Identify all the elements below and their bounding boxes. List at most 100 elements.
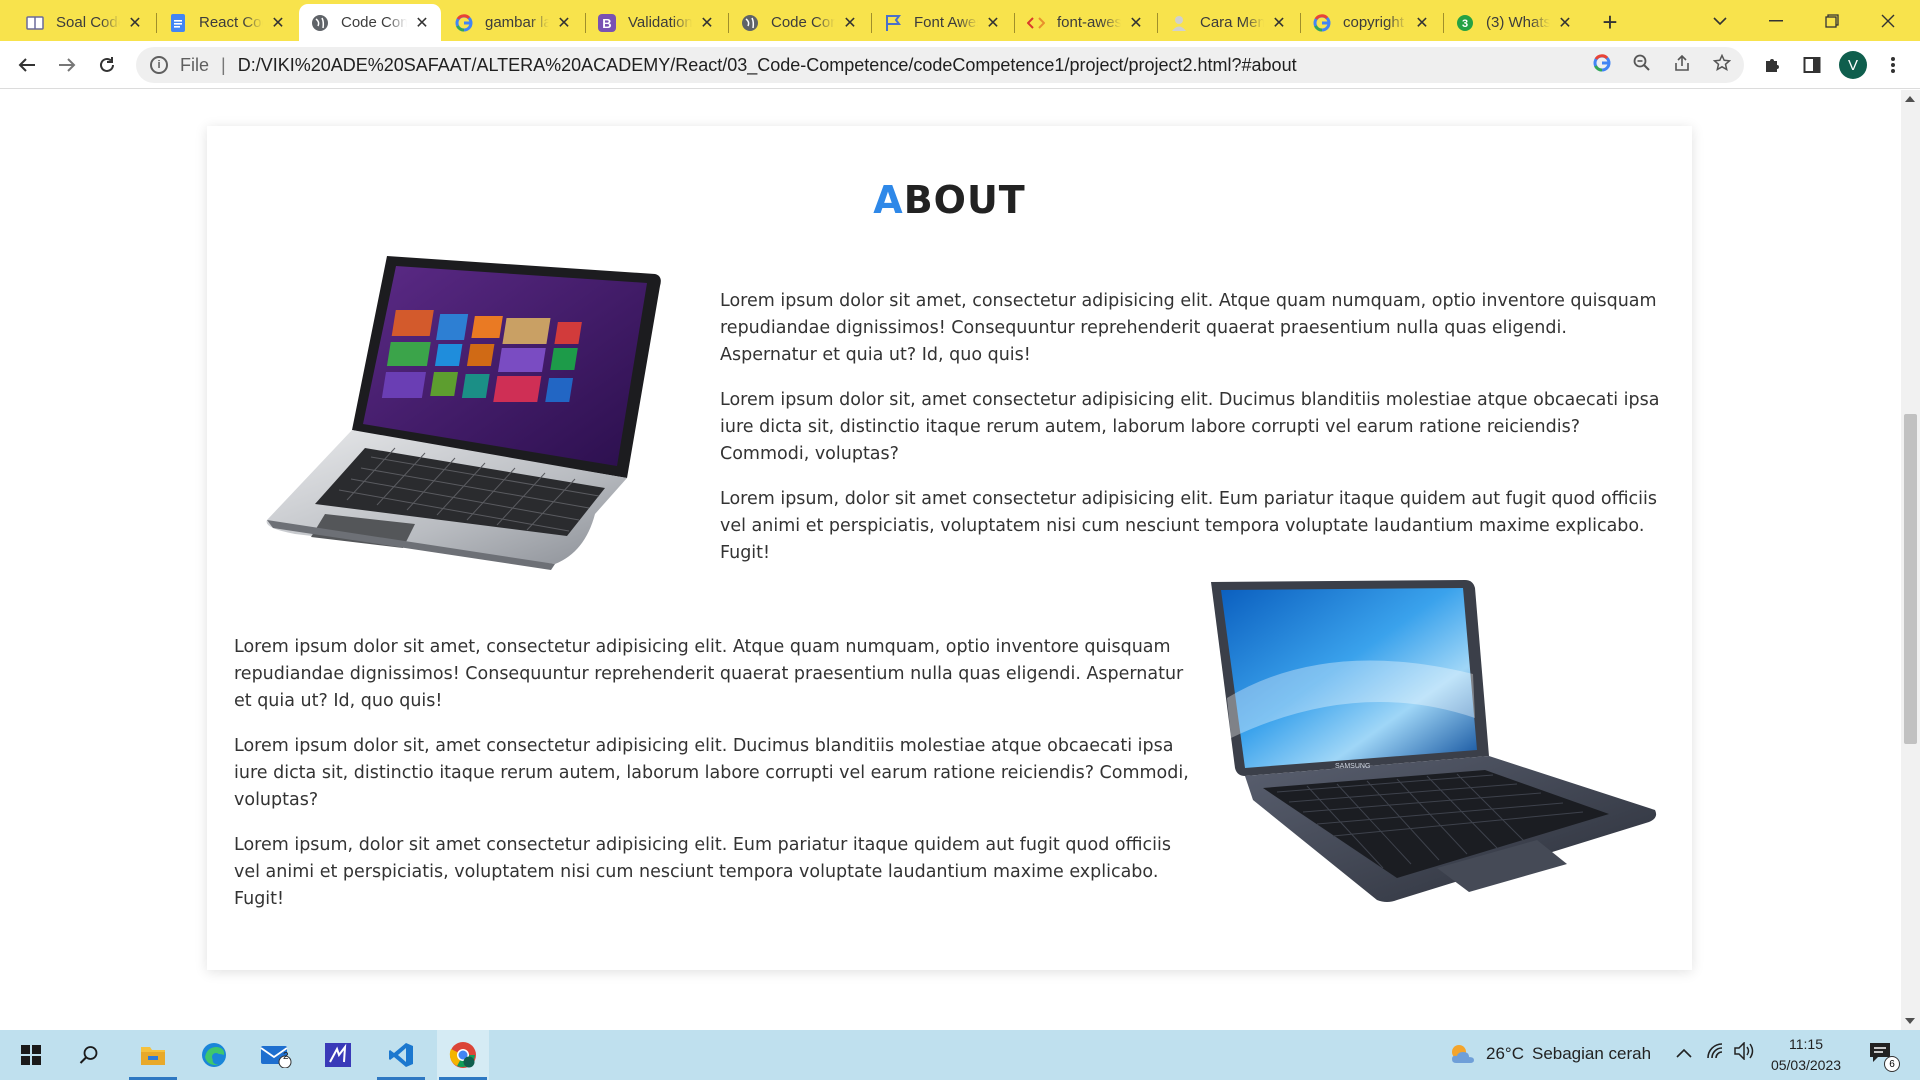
about-paragraph: Lorem ipsum dolor sit, amet consectetur … <box>720 390 1660 464</box>
globe-icon <box>741 14 759 32</box>
acer-laptop-image <box>255 252 673 572</box>
heading-accent-letter: A <box>873 178 904 222</box>
bookmark-star-icon[interactable] <box>1710 51 1734 75</box>
file-explorer-icon[interactable] <box>127 1030 179 1080</box>
chrome-icon[interactable] <box>437 1030 489 1080</box>
minimize-icon[interactable] <box>1748 0 1804 41</box>
notification-badge: 6 <box>1884 1056 1900 1072</box>
tab-label: font-awesome <box>1057 14 1121 31</box>
tab-strip: Soal Code Competence ✕ React Code Compet… <box>0 0 1920 41</box>
close-icon[interactable]: ✕ <box>1270 14 1288 32</box>
docs-icon <box>169 13 187 32</box>
reload-icon[interactable] <box>91 49 123 81</box>
globe-icon <box>311 14 329 32</box>
close-icon[interactable]: ✕ <box>984 14 1002 32</box>
code-icon <box>1027 14 1045 32</box>
edge-browser-icon[interactable] <box>188 1030 240 1080</box>
tab-font-awesome[interactable]: Font Awesome ✕ <box>872 4 1012 41</box>
weather-temp: 26°C <box>1486 1044 1524 1063</box>
tab-validation[interactable]: B Validation ✕ <box>586 4 726 41</box>
extensions-puzzle-icon[interactable] <box>1760 53 1784 77</box>
tab-label: copyright <box>1343 14 1404 31</box>
close-icon[interactable]: ✕ <box>698 14 716 32</box>
tab-code-competence-active[interactable]: Code Competence ✕ <box>299 4 441 41</box>
about-text-block-1: Lorem ipsum dolor sit amet, consectetur … <box>720 288 1668 585</box>
notification-icon[interactable]: 6 <box>1868 1040 1900 1072</box>
tab-whatsapp[interactable]: 3 (3) WhatsApp ✕ <box>1444 4 1584 41</box>
tab-code-competence[interactable]: Code Competence ✕ <box>729 4 869 41</box>
flag-icon <box>884 14 902 32</box>
google-lens-icon[interactable] <box>1590 51 1614 75</box>
back-arrow-icon[interactable] <box>11 49 43 81</box>
address-bar[interactable]: i File | D:/VIKI%20ADE%20SAFAAT/ALTERA%2… <box>136 47 1744 83</box>
about-heading: ABOUT <box>207 178 1692 222</box>
close-icon[interactable]: ✕ <box>1413 14 1431 32</box>
partly-sunny-icon <box>1452 1045 1474 1063</box>
browser-toolbar: i File | D:/VIKI%20ADE%20SAFAAT/ALTERA%2… <box>0 41 1920 89</box>
search-icon[interactable] <box>63 1030 115 1080</box>
tab-label: (3) WhatsApp <box>1486 14 1550 31</box>
profile-avatar[interactable]: V <box>1839 51 1867 79</box>
about-paragraph: Lorem ipsum dolor sit amet, consectetur … <box>234 637 1184 711</box>
volume-icon[interactable] <box>1734 1041 1756 1065</box>
tab-cara-membuat[interactable]: Cara Membuat ✕ <box>1158 4 1298 41</box>
windows-start-icon[interactable] <box>5 1030 57 1080</box>
tab-label: Code Competence <box>341 14 407 31</box>
about-paragraph: Lorem ipsum dolor sit, amet consectetur … <box>234 736 1189 810</box>
info-icon[interactable]: i <box>150 56 168 74</box>
about-paragraph: Lorem ipsum, dolor sit amet consectetur … <box>234 835 1171 909</box>
zoom-icon[interactable] <box>1630 51 1654 75</box>
google-icon <box>455 13 473 32</box>
vscode-icon[interactable] <box>375 1030 427 1080</box>
about-paragraph: Lorem ipsum, dolor sit amet consectetur … <box>720 489 1657 563</box>
tab-label: Validation <box>628 14 692 31</box>
bootstrap-icon: B <box>598 13 616 32</box>
clock-time: 11:15 <box>1789 1036 1823 1052</box>
about-text-block-2: Lorem ipsum dolor sit amet, consectetur … <box>234 634 1190 931</box>
clock-date: 05/03/2023 <box>1770 1057 1842 1073</box>
close-icon[interactable]: ✕ <box>841 14 859 32</box>
about-section: ABOUT Lorem ipsum dolor sit amet, consec… <box>207 126 1692 970</box>
tab-label: gambar laptop <box>485 14 549 31</box>
tab-label: Code Competence <box>771 14 835 31</box>
close-icon[interactable]: ✕ <box>1556 14 1574 32</box>
tab-react-code[interactable]: React Code Competence ✕ <box>157 4 297 41</box>
url-divider: | <box>221 54 226 75</box>
tab-search-icon[interactable] <box>1692 0 1748 41</box>
tab-label: Font Awesome <box>914 14 978 31</box>
window-close-icon[interactable] <box>1860 0 1916 41</box>
system-clock[interactable]: 11:15 05/03/2023 <box>1762 1034 1850 1076</box>
close-icon[interactable]: ✕ <box>126 14 144 32</box>
wifi-icon[interactable] <box>1706 1042 1726 1065</box>
page-scrollbar[interactable] <box>1901 90 1920 1030</box>
forward-arrow-icon[interactable] <box>51 49 83 81</box>
url-text[interactable]: D:/VIKI%20ADE%20SAFAAT/ALTERA%20ACADEMY/… <box>238 55 1297 76</box>
about-paragraph: Lorem ipsum dolor sit amet, consectetur … <box>720 291 1657 365</box>
close-icon[interactable]: ✕ <box>269 14 287 32</box>
scrollbar-thumb[interactable] <box>1904 414 1917 744</box>
close-icon[interactable]: ✕ <box>413 14 431 32</box>
tab-font-awesome-code[interactable]: font-awesome ✕ <box>1015 4 1155 41</box>
mail-icon[interactable]: 2 <box>250 1030 302 1080</box>
tab-label: Soal Code Competence <box>56 14 120 31</box>
weather-condition: Sebagian cerah <box>1531 1044 1652 1063</box>
page-viewport: ABOUT Lorem ipsum dolor sit amet, consec… <box>0 90 1901 1030</box>
new-tab-button[interactable]: + <box>1596 7 1624 37</box>
weather-widget[interactable]: 26°C Sebagian cerah <box>1448 1042 1651 1066</box>
google-icon <box>1313 13 1331 32</box>
scroll-down-arrow-icon[interactable] <box>1905 1018 1915 1024</box>
close-icon[interactable]: ✕ <box>555 14 573 32</box>
close-icon[interactable]: ✕ <box>1127 14 1145 32</box>
mail-badge: 2 <box>283 1051 289 1062</box>
menu-kebab-icon[interactable] <box>1881 53 1905 77</box>
restore-icon[interactable] <box>1804 0 1860 41</box>
tab-gambar-laptop[interactable]: gambar laptop ✕ <box>443 4 583 41</box>
draw-app-icon[interactable] <box>312 1030 364 1080</box>
url-scheme-label: File <box>180 54 210 75</box>
side-panel-icon[interactable] <box>1800 53 1824 77</box>
scroll-up-arrow-icon[interactable] <box>1905 96 1915 102</box>
tab-copyright[interactable]: copyright ✕ <box>1301 4 1441 41</box>
tray-chevron-up-icon[interactable] <box>1676 1042 1692 1063</box>
tab-soal-code[interactable]: Soal Code Competence ✕ <box>14 4 154 41</box>
share-icon[interactable] <box>1670 51 1694 75</box>
